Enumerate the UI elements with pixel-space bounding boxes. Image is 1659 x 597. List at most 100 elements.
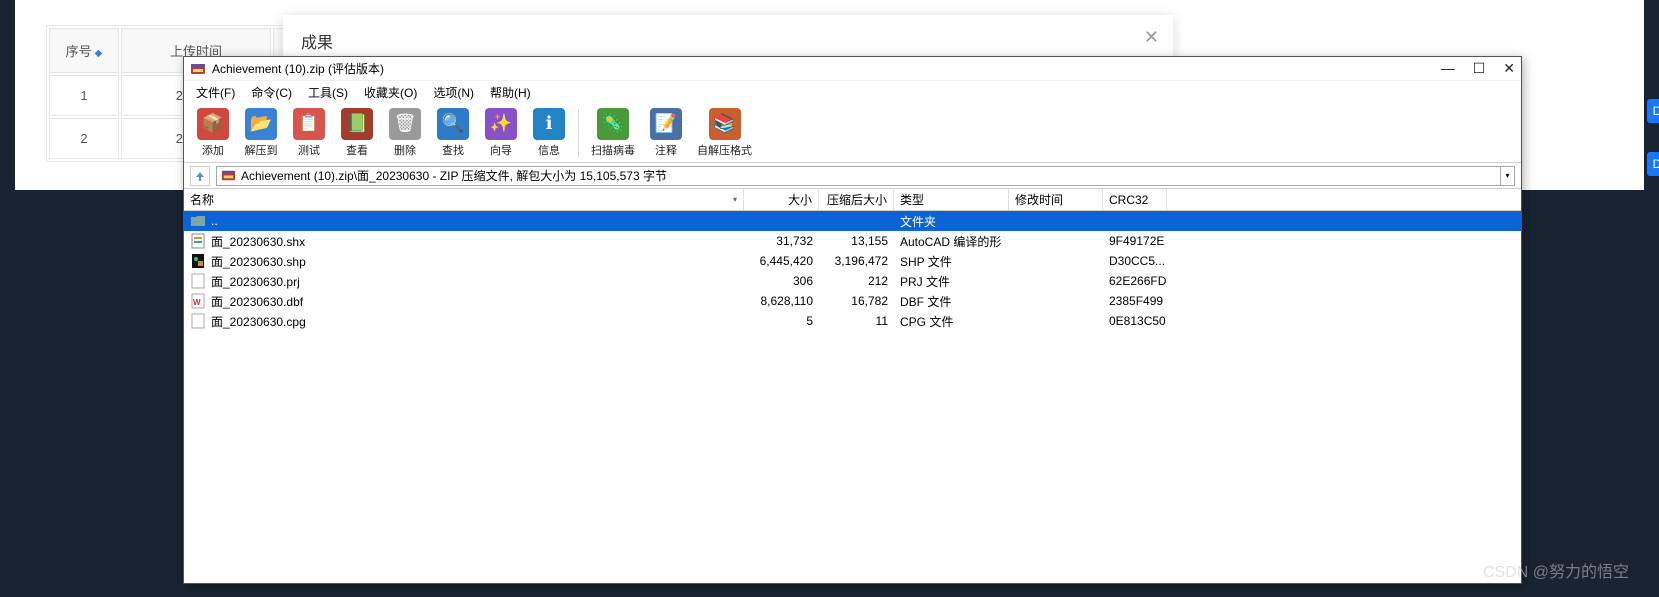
toolbar-label: 查看 [346, 142, 368, 158]
file-icon [190, 253, 206, 269]
file-type: DBF 文件 [894, 293, 1009, 310]
file-packed-size: 11 [819, 314, 894, 328]
info-icon: ℹ [533, 108, 565, 140]
menubar: 文件(F) 命令(C) 工具(S) 收藏夹(O) 选项(N) 帮助(H) [184, 81, 1521, 103]
toolbar-label: 自解压格式 [697, 142, 752, 158]
col-date-header[interactable]: 修改时间 [1009, 189, 1103, 210]
file-size: 6,445,420 [744, 254, 819, 268]
file-name: 面_20230630.shx [211, 233, 305, 250]
comment-button[interactable]: 📝 注释 [643, 106, 689, 160]
watermark: CSDN @努力的悟空 [1483, 558, 1629, 582]
file-type: 文件夹 [894, 213, 1009, 230]
virus-button[interactable]: 🦠扫描病毒 [585, 106, 641, 160]
extract-icon: 📂 [245, 108, 277, 140]
file-name: 面_20230630.shp [211, 253, 306, 270]
menu-options[interactable]: 选项(N) [427, 82, 480, 103]
archive-icon [221, 168, 236, 183]
menu-command[interactable]: 命令(C) [245, 82, 298, 103]
delete-button[interactable]: De [1647, 99, 1659, 123]
up-button[interactable] [190, 166, 210, 186]
toolbar-label: 解压到 [245, 142, 278, 158]
file-icon [190, 313, 206, 329]
file-crc: D30CC5... [1103, 254, 1167, 268]
file-list-header: 名称▾ 大小 压缩后大小 类型 修改时间 CRC32 [184, 189, 1521, 211]
toolbar-separator [578, 109, 579, 157]
toolbar-label: 向导 [490, 142, 512, 158]
add-button[interactable]: 📦 添加 [190, 106, 236, 160]
find-button[interactable]: 🔍 查找 [430, 106, 476, 160]
winrar-window: Achievement (10).zip (评估版本) — ☐ ✕ 文件(F) … [183, 56, 1522, 584]
file-name: .. [211, 214, 218, 228]
file-size: 8,628,110 [744, 294, 819, 308]
winrar-icon [190, 61, 206, 77]
test-button[interactable]: 📋测试 [286, 106, 332, 160]
col-size-header[interactable]: 大小 [744, 189, 819, 210]
file-crc: 62E266FD [1103, 274, 1167, 288]
file-type: AutoCAD 编译的形 [894, 233, 1009, 250]
col-psize-header[interactable]: 压缩后大小 [819, 189, 894, 210]
sfx-icon: 📚 [709, 108, 741, 140]
svg-text:W: W [193, 298, 201, 307]
file-list[interactable]: .. 文件夹面_20230630.shx31,73213,155AutoCAD 编… [184, 211, 1521, 583]
menu-favorite[interactable]: 收藏夹(O) [358, 82, 423, 103]
sort-caret-icon: ▾ [733, 195, 737, 204]
toolbar-label: 查找 [442, 142, 464, 158]
file-icon [190, 273, 206, 289]
toolbar-label: 注释 [655, 142, 677, 158]
file-type: PRJ 文件 [894, 273, 1009, 290]
comment-icon: 📝 [650, 108, 682, 140]
address-dropdown[interactable]: ▾ [1501, 166, 1515, 186]
file-name: 面_20230630.cpg [211, 313, 306, 330]
window-title: Achievement (10).zip (评估版本) [212, 60, 1441, 77]
file-icon [190, 233, 206, 249]
file-icon: W [190, 293, 206, 309]
virus-icon: 🦠 [597, 108, 629, 140]
file-icon [190, 213, 206, 229]
file-crc: 0E813C50 [1103, 314, 1167, 328]
delete-icon: 🗑 [389, 108, 421, 140]
file-row[interactable]: 面_20230630.shx31,73213,155AutoCAD 编译的形9F… [184, 231, 1521, 251]
info-button[interactable]: ℹ 信息 [526, 106, 572, 160]
maximize-button[interactable]: ☐ [1473, 60, 1486, 77]
file-row[interactable]: 面_20230630.shp 6,445,4203,196,472SHP 文件 D3… [184, 251, 1521, 271]
minimize-button[interactable]: — [1441, 60, 1455, 77]
extract-button[interactable]: 📂 解压到 [238, 106, 284, 160]
delete-button[interactable]: 🗑 删除 [382, 106, 428, 160]
col-name-header[interactable]: 名称▾ [184, 189, 744, 210]
find-icon: 🔍 [437, 108, 469, 140]
delete-button[interactable]: De [1647, 152, 1659, 176]
toolbar-label: 添加 [202, 142, 224, 158]
file-packed-size: 16,782 [819, 294, 894, 308]
close-button[interactable]: ✕ [1503, 60, 1515, 77]
address-input[interactable]: Achievement (10).zip\面_20230630 - ZIP 压缩… [216, 166, 1501, 186]
file-type: CPG 文件 [894, 313, 1009, 330]
file-packed-size: 212 [819, 274, 894, 288]
col-crc-header[interactable]: CRC32 [1103, 189, 1167, 210]
file-row[interactable]: 面_20230630.prj306212PRJ 文件62E266FD [184, 271, 1521, 291]
toolbar: 📦 添加 📂 解压到 📋测试📗查看 🗑 删除 🔍 查找 ✨向导 ℹ 信息 🦠扫描病毒 📝 注释 📚 自解压格式 [184, 103, 1521, 163]
file-size: 5 [744, 314, 819, 328]
cell-seq: 1 [49, 75, 119, 116]
titlebar[interactable]: Achievement (10).zip (评估版本) — ☐ ✕ [184, 57, 1521, 81]
sfx-button[interactable]: 📚 自解压格式 [691, 106, 758, 160]
add-icon: 📦 [197, 108, 229, 140]
file-packed-size: 3,196,472 [819, 254, 894, 268]
file-row[interactable]: .. 文件夹 [184, 211, 1521, 231]
test-icon: 📋 [293, 108, 325, 140]
file-crc: 2385F499 [1103, 294, 1167, 308]
modal-close-button[interactable]: ✕ [1144, 27, 1159, 48]
file-row[interactable]: 面_20230630.cpg 511CPG 文件 0E813C50 [184, 311, 1521, 331]
col-type-header[interactable]: 类型 [894, 189, 1009, 210]
menu-tools[interactable]: 工具(S) [302, 82, 354, 103]
file-row[interactable]: W面_20230630.dbf8,628,11016,782DBF 文件2385… [184, 291, 1521, 311]
file-type: SHP 文件 [894, 253, 1009, 270]
toolbar-label: 信息 [538, 142, 560, 158]
wizard-button[interactable]: ✨向导 [478, 106, 524, 160]
th-seq[interactable]: 序号◆ [49, 28, 119, 73]
view-button[interactable]: 📗查看 [334, 106, 380, 160]
menu-file[interactable]: 文件(F) [190, 82, 241, 103]
file-size: 306 [744, 274, 819, 288]
toolbar-label: 删除 [394, 142, 416, 158]
addressbar: Achievement (10).zip\面_20230630 - ZIP 压缩… [184, 163, 1521, 189]
menu-help[interactable]: 帮助(H) [484, 82, 537, 103]
